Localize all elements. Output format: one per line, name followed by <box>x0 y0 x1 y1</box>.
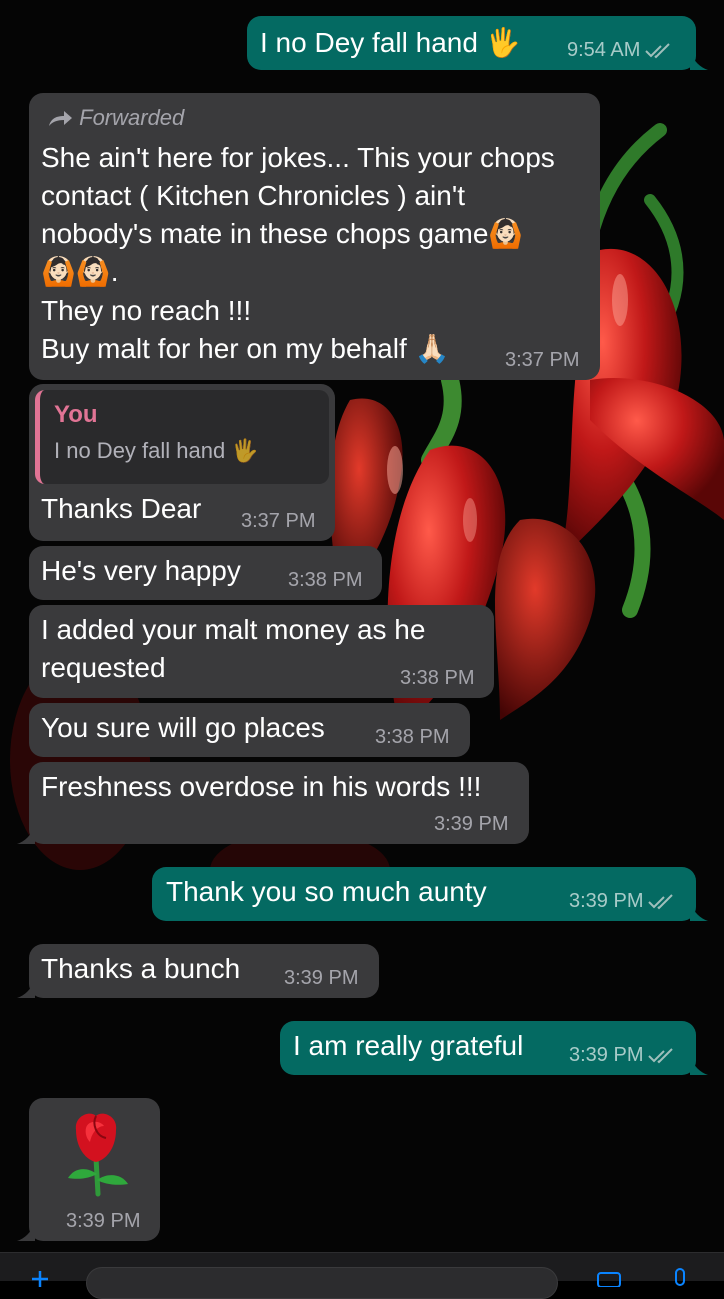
message-bubble-incoming-reply[interactable]: You I no Dey fall hand 🖐 Thanks Dear 3:3… <box>29 384 335 541</box>
message-bubble-incoming[interactable]: He's very happy 3:38 PM <box>29 546 382 600</box>
message-line: She ain't here for jokes... This your ch… <box>41 142 555 173</box>
message-time: 3:38 PM <box>400 667 475 689</box>
forward-arrow-icon <box>49 111 72 127</box>
message-line: 🙆🏻🙆🏻. <box>41 256 119 287</box>
message-bubble-outgoing[interactable]: I no Dey fall hand 🖐 9:54 AM <box>247 16 708 70</box>
message-bubble-outgoing[interactable]: I am really grateful 3:39 PM <box>280 1021 708 1075</box>
message-line: nobody's mate in these chops game🙆🏻 <box>41 218 524 249</box>
message-text: Thank you so much aunty <box>166 876 487 907</box>
message-line: I added your malt money as he <box>41 614 426 645</box>
message-input-field[interactable] <box>86 1267 558 1299</box>
microphone-icon[interactable] <box>672 1267 688 1287</box>
forwarded-label: Forwarded <box>47 104 184 132</box>
message-text: Freshness overdose in his words !!! <box>41 771 482 802</box>
message-time: 3:39 PM <box>569 889 675 913</box>
quote-author: You <box>54 401 98 428</box>
message-line: requested <box>41 652 166 683</box>
rose-icon <box>68 1113 128 1197</box>
message-text: He's very happy <box>41 555 241 586</box>
message-text: I no Dey fall hand 🖐 <box>260 27 521 58</box>
message-bubble-incoming[interactable]: I added your malt money as he requested … <box>29 605 494 698</box>
message-line: They no reach !!! <box>41 295 252 326</box>
message-time: 9:54 AM <box>567 38 672 62</box>
message-text: I am really grateful <box>293 1030 524 1061</box>
message-line: contact ( Kitchen Chronicles ) ain't <box>41 180 465 211</box>
message-time: 3:38 PM <box>375 726 450 748</box>
message-time: 3:39 PM <box>569 1043 675 1067</box>
message-time: 3:37 PM <box>505 349 580 371</box>
message-bubble-incoming-emoji[interactable]: 3:39 PM <box>17 1098 160 1241</box>
double-check-icon <box>645 43 671 59</box>
double-check-icon <box>648 894 674 910</box>
double-check-icon <box>648 1048 674 1064</box>
camera-icon[interactable] <box>596 1267 622 1287</box>
plus-icon[interactable] <box>30 1267 50 1287</box>
message-bubble-incoming[interactable]: Thanks a bunch 3:39 PM <box>17 944 379 998</box>
quote-text: I no Dey fall hand 🖐 <box>54 438 259 463</box>
message-text: You sure will go places <box>41 712 325 743</box>
message-time: 3:37 PM <box>241 510 316 532</box>
message-bubble-incoming-forwarded[interactable]: Forwarded She ain't here for jokes... Th… <box>29 93 600 380</box>
message-time: 3:39 PM <box>284 967 359 989</box>
message-text: Thanks Dear <box>41 493 202 524</box>
message-time: 3:39 PM <box>434 813 509 835</box>
message-text: Thanks a bunch <box>41 953 241 984</box>
message-time: 3:39 PM <box>66 1210 141 1232</box>
message-line: Buy malt for her on my behalf 🙏🏻 <box>41 333 450 364</box>
message-bubble-incoming[interactable]: Freshness overdose in his words !!! 3:39… <box>17 762 529 844</box>
quoted-message[interactable]: You I no Dey fall hand 🖐 <box>35 390 329 484</box>
message-bubble-outgoing[interactable]: Thank you so much aunty 3:39 PM <box>152 867 708 921</box>
message-time: 3:38 PM <box>288 569 363 591</box>
message-bubble-incoming[interactable]: You sure will go places 3:38 PM <box>29 703 470 757</box>
message-input-bar[interactable] <box>0 1252 724 1299</box>
